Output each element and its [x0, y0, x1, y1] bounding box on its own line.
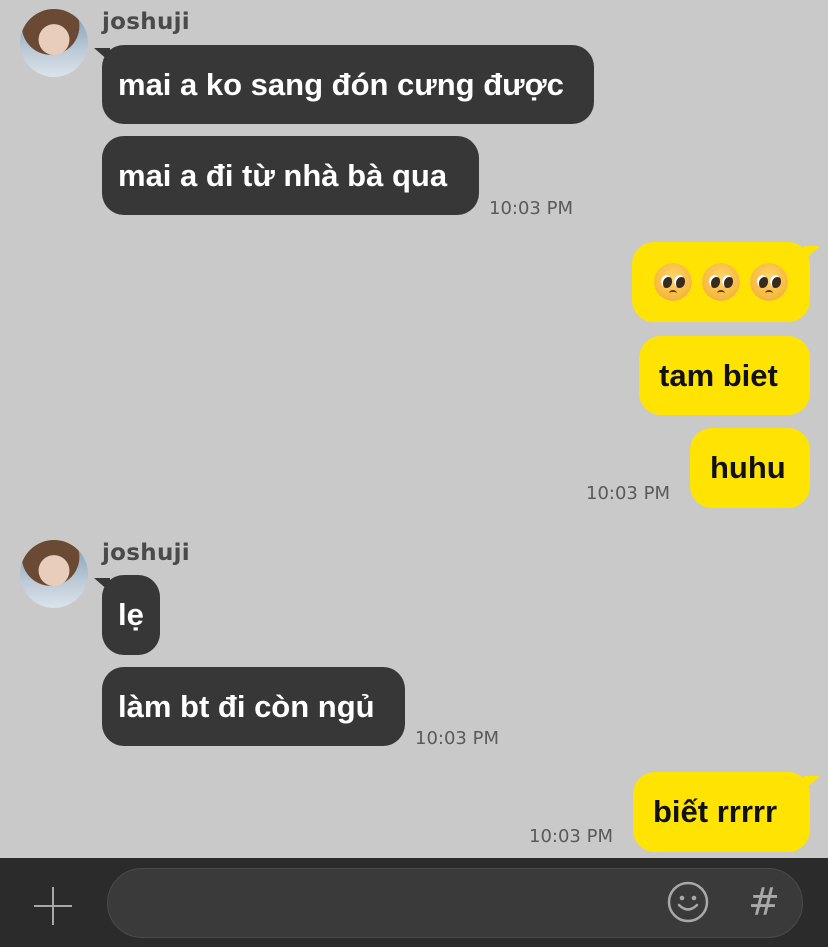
message-timestamp: 10:03 PM — [415, 728, 499, 749]
chat-area: joshuji mai a ko sang đón cưng được mai … — [0, 0, 828, 858]
outgoing-emoji-message[interactable]: 🥺🥺🥺 — [632, 242, 810, 322]
message-timestamp: 10:03 PM — [529, 826, 613, 847]
incoming-message[interactable]: lẹ — [102, 575, 160, 655]
pleading-face-icon — [750, 263, 788, 301]
hash-icon[interactable]: # — [744, 880, 784, 924]
message-timestamp: 10:03 PM — [489, 198, 573, 219]
avatar[interactable] — [20, 540, 88, 608]
sender-name: joshuji — [102, 9, 190, 35]
message-timestamp: 10:03 PM — [586, 483, 670, 504]
sender-name: joshuji — [102, 540, 190, 566]
outgoing-message[interactable]: biết rrrrr — [633, 772, 810, 852]
incoming-message[interactable]: làm bt đi còn ngủ — [102, 667, 405, 746]
avatar[interactable] — [20, 9, 88, 77]
smiley-icon[interactable] — [666, 880, 710, 924]
pleading-face-icon — [702, 263, 740, 301]
incoming-message[interactable]: mai a ko sang đón cưng được — [102, 45, 594, 124]
outgoing-message[interactable]: tam biet — [639, 336, 810, 415]
incoming-message[interactable]: mai a đi từ nhà bà qua — [102, 136, 479, 215]
pleading-face-icon — [654, 263, 692, 301]
outgoing-message[interactable]: huhu — [690, 428, 810, 508]
plus-icon[interactable] — [32, 885, 74, 927]
